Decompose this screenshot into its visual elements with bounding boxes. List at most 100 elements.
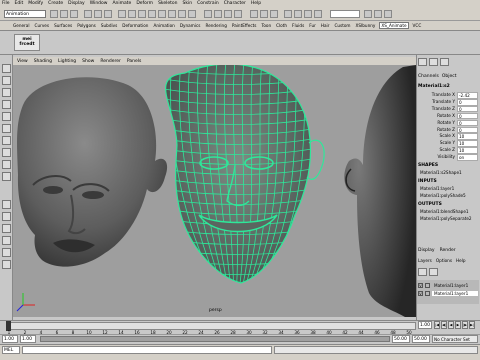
character-set-dropdown[interactable]: No Character Set: [432, 335, 478, 343]
menu-edit[interactable]: Edit: [15, 1, 24, 6]
new-layer-selected-icon[interactable]: [429, 268, 438, 276]
panel-menu-show[interactable]: Show: [82, 59, 94, 64]
menu-character[interactable]: Character: [224, 1, 246, 6]
layers-menu[interactable]: Layers: [418, 258, 432, 265]
open-scene-icon[interactable]: [60, 10, 68, 18]
help-menu[interactable]: Help: [456, 258, 466, 265]
attribute-value-field[interactable]: 10: [457, 133, 478, 141]
mask-misc-icon[interactable]: [188, 10, 196, 18]
channel-box-icon[interactable]: [384, 10, 392, 18]
panel-menu-shading[interactable]: Shading: [34, 59, 52, 64]
quick-select-field[interactable]: [330, 10, 360, 18]
attribute-row[interactable]: Scale Y 10: [418, 140, 478, 147]
script-type-toggle[interactable]: MEL: [2, 346, 20, 354]
attribute-row[interactable]: Translate Z0: [418, 105, 478, 113]
panel-menu-panels[interactable]: Panels: [127, 59, 141, 64]
output-node[interactable]: Material1:polySeparate2: [420, 216, 476, 222]
panel-menu-view[interactable]: View: [17, 59, 28, 64]
ipr-render-icon[interactable]: [304, 10, 312, 18]
soft-mod-tool-icon[interactable]: [2, 148, 11, 157]
layer-type-toggle[interactable]: [425, 283, 430, 288]
shelf-tab[interactable]: Polygons: [76, 23, 97, 28]
go-to-start-icon[interactable]: |◀: [434, 321, 440, 329]
mask-curve-icon[interactable]: [138, 10, 146, 18]
select-tool-icon[interactable]: [2, 64, 11, 73]
attribute-row[interactable]: Scale X 10: [418, 133, 478, 141]
outliner-layout-icon[interactable]: [2, 236, 11, 245]
left-head-model[interactable]: [17, 77, 168, 267]
layer-row[interactable]: V Material1:layer1: [418, 290, 478, 297]
mask-joint-icon[interactable]: [128, 10, 136, 18]
shelf-tab[interactable]: Deformation: [121, 23, 149, 28]
menu-display[interactable]: Display: [68, 1, 85, 6]
menu-file[interactable]: File: [2, 1, 10, 6]
outputs-icon[interactable]: [270, 10, 278, 18]
mask-handle-icon[interactable]: [118, 10, 126, 18]
render-layers-tab[interactable]: Render: [440, 248, 456, 255]
attribute-row[interactable]: Scale Z 10: [418, 147, 478, 154]
attribute-value-field[interactable]: -2.42: [457, 92, 478, 99]
attribute-editor-icon[interactable]: [364, 10, 372, 18]
paint-select-tool-icon[interactable]: [2, 88, 11, 97]
rotate-tool-icon[interactable]: [2, 112, 11, 121]
channels-menu[interactable]: Channels: [418, 74, 439, 81]
layer-visibility-toggle[interactable]: V: [418, 283, 423, 288]
show-manipulator-icon[interactable]: [2, 160, 11, 169]
menu-skeleton[interactable]: Skeleton: [158, 1, 177, 6]
shelf-tab[interactable]: Dynamics: [179, 23, 202, 28]
new-layer-icon[interactable]: [418, 268, 427, 276]
display-layers-tab[interactable]: Display: [418, 248, 435, 255]
object-menu[interactable]: Object: [442, 74, 457, 81]
attribute-value-field[interactable]: 0: [457, 126, 478, 134]
mask-dynamic-icon[interactable]: [168, 10, 176, 18]
attribute-row[interactable]: Rotate X0: [418, 112, 478, 120]
menu-skin[interactable]: Skin: [183, 1, 193, 6]
range-start-field[interactable]: 1.00: [2, 335, 18, 343]
range-slider-bar[interactable]: [40, 336, 390, 342]
select-object-icon[interactable]: [94, 10, 102, 18]
shelf-tab[interactable]: Rendering: [204, 23, 227, 28]
step-back-icon[interactable]: ◀|: [441, 321, 447, 329]
shelf-tab[interactable]: VCC: [412, 23, 423, 28]
render-globals-icon[interactable]: [314, 10, 322, 18]
attribute-value-field[interactable]: 10: [457, 147, 478, 154]
snap-grid-icon[interactable]: [204, 10, 212, 18]
attribute-value-field[interactable]: 0: [457, 119, 478, 127]
attribute-row[interactable]: Rotate Z0: [418, 126, 478, 134]
layer-row[interactable]: V Material1:layer1: [418, 282, 478, 289]
show-channel-box-icon[interactable]: [418, 58, 427, 66]
attribute-row[interactable]: Visibility on: [418, 154, 478, 161]
snap-plane-icon[interactable]: [234, 10, 242, 18]
graph-layout-icon[interactable]: [2, 248, 11, 257]
playback-end-field[interactable]: 50.00: [392, 335, 410, 343]
two-pane-layout-icon[interactable]: [2, 224, 11, 233]
range-end-field[interactable]: 50.00: [412, 335, 430, 343]
four-pane-layout-icon[interactable]: [2, 212, 11, 221]
lasso-tool-icon[interactable]: [2, 76, 11, 85]
input-node[interactable]: Material1:layer1: [420, 186, 476, 192]
shape-node[interactable]: Material1:s2Shape1: [420, 170, 476, 176]
last-tool-icon[interactable]: [2, 172, 11, 181]
shelf-tab[interactable]: Hair: [320, 23, 331, 28]
options-menu[interactable]: Options: [436, 258, 452, 265]
save-scene-icon[interactable]: [70, 10, 78, 18]
current-frame-field[interactable]: 1.00: [418, 321, 432, 329]
shelf-tab[interactable]: General: [12, 23, 31, 28]
menu-set-dropdown[interactable]: Animation: [4, 10, 46, 18]
hypershade-layout-icon[interactable]: [2, 260, 11, 269]
attribute-value-field[interactable]: 0: [457, 112, 478, 120]
play-forward-icon[interactable]: ▶: [455, 321, 461, 329]
play-backward-icon[interactable]: ◀: [448, 321, 454, 329]
select-hierarchy-icon[interactable]: [84, 10, 92, 18]
menu-modify[interactable]: Modify: [28, 1, 43, 6]
layer-type-toggle[interactable]: [425, 291, 430, 296]
center-head-wireframe[interactable]: [153, 65, 325, 290]
tool-settings-icon[interactable]: [374, 10, 382, 18]
history-icon[interactable]: [250, 10, 258, 18]
output-node[interactable]: Material1:blendShape1: [420, 209, 476, 215]
shelf-tab[interactable]: Surfaces: [53, 23, 73, 28]
menu-help[interactable]: Help: [251, 1, 261, 6]
shelf-tab[interactable]: Custom: [333, 23, 351, 28]
attribute-value-field[interactable]: on: [457, 154, 478, 161]
shelf-tab[interactable]: Toon: [260, 23, 272, 28]
